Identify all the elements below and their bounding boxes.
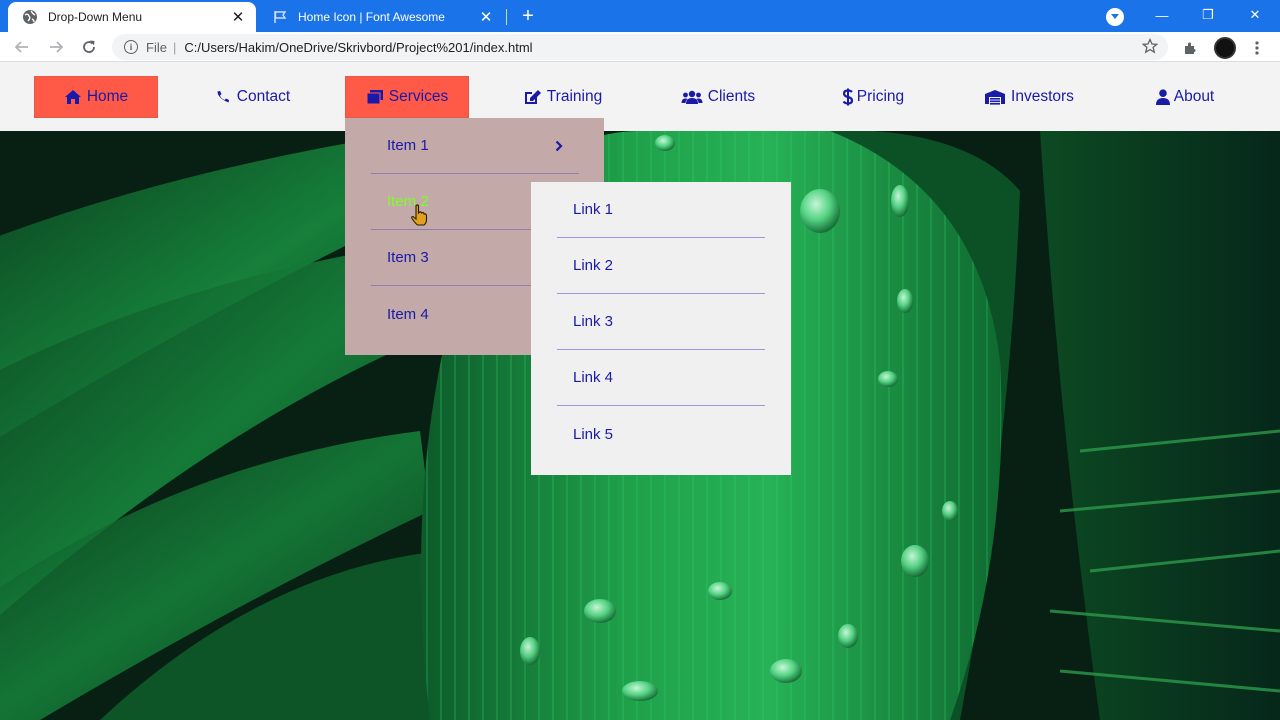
hand-pointer-icon xyxy=(411,204,428,226)
tab-font-awesome[interactable]: Home Icon | Font Awesome ✕ xyxy=(258,2,504,32)
tab-strip: Drop-Down Menu ✕ Home Icon | Font Awesom… xyxy=(0,0,1280,32)
dropdown-item-label: Item 1 xyxy=(387,137,429,154)
dropdown-item-label: Item 3 xyxy=(387,249,429,266)
nav-label: Investors xyxy=(1011,88,1074,105)
warehouse-icon xyxy=(984,89,1006,105)
nav-label: About xyxy=(1173,88,1215,105)
nav-label: Contact xyxy=(236,88,291,105)
close-tab-icon[interactable]: ✕ xyxy=(228,7,248,27)
users-icon xyxy=(681,89,703,105)
reload-icon[interactable] xyxy=(79,37,99,57)
nav-pricing[interactable]: Pricing xyxy=(811,76,935,118)
dollar-icon xyxy=(842,88,854,106)
address-scheme: File xyxy=(146,39,167,55)
dropdown-item-1[interactable]: Item 1 xyxy=(371,118,579,174)
tab-separator xyxy=(506,9,507,25)
user-icon xyxy=(1155,89,1170,105)
submenu-link-5[interactable]: Link 5 xyxy=(557,406,765,462)
chevron-right-icon xyxy=(555,139,563,156)
nav-home[interactable]: Home xyxy=(34,76,158,118)
home-icon xyxy=(64,89,82,105)
browser-toolbar: i File | C:/Users/Hakim/OneDrive/Skrivbo… xyxy=(0,32,1280,62)
info-icon[interactable]: i xyxy=(124,40,138,54)
window-close-icon[interactable]: ✕ xyxy=(1232,0,1278,30)
submenu-link-label: Link 2 xyxy=(573,257,614,274)
new-tab-icon[interactable]: + xyxy=(518,6,538,26)
web-page: Home Contact Services Training Clients P… xyxy=(0,62,1280,720)
submenu-link-3[interactable]: Link 3 xyxy=(557,294,765,350)
submenu-link-label: Link 1 xyxy=(573,201,614,218)
restore-icon[interactable]: ❐ xyxy=(1185,0,1231,30)
nav-label: Training xyxy=(546,88,603,105)
item-submenu: Link 1 Link 2 Link 3 Link 4 Link 5 xyxy=(531,182,791,475)
layers-icon xyxy=(366,89,384,105)
address-bar[interactable]: i File | C:/Users/Hakim/OneDrive/Skrivbo… xyxy=(112,34,1168,60)
nav-training[interactable]: Training xyxy=(501,76,625,118)
nav-label: Services xyxy=(388,88,449,105)
extensions-icon[interactable] xyxy=(1180,37,1202,59)
nav-label: Pricing xyxy=(856,88,905,105)
submenu-link-label: Link 4 xyxy=(573,369,614,386)
minimize-icon[interactable]: — xyxy=(1139,0,1185,30)
main-navbar: Home Contact Services Training Clients P… xyxy=(0,62,1280,131)
nav-investors[interactable]: Investors xyxy=(967,76,1091,118)
close-tab-icon[interactable]: ✕ xyxy=(476,7,496,27)
nav-services[interactable]: Services xyxy=(345,76,469,118)
tab-title: Drop-Down Menu xyxy=(48,10,143,24)
nav-label: Home xyxy=(86,88,129,105)
address-divider: | xyxy=(172,39,177,55)
nav-clients[interactable]: Clients xyxy=(656,76,780,118)
nav-contact[interactable]: Contact xyxy=(190,76,314,118)
address-url[interactable]: C:/Users/Hakim/OneDrive/Skrivbord/Projec… xyxy=(184,40,532,55)
edit-icon xyxy=(524,89,542,105)
flag-icon xyxy=(272,9,288,25)
tab-title: Home Icon | Font Awesome xyxy=(298,10,445,24)
profile-avatar[interactable] xyxy=(1214,37,1236,59)
bookmark-star-icon[interactable] xyxy=(1141,37,1159,57)
tab-search-icon[interactable] xyxy=(1106,8,1124,26)
phone-icon xyxy=(214,89,232,105)
menu-kebab-icon[interactable] xyxy=(1246,37,1268,59)
dropdown-item-label: Item 4 xyxy=(387,305,429,323)
back-icon[interactable] xyxy=(12,37,32,57)
submenu-link-1[interactable]: Link 1 xyxy=(557,182,765,238)
submenu-link-2[interactable]: Link 2 xyxy=(557,238,765,294)
forward-icon[interactable] xyxy=(46,37,66,57)
tab-drop-down-menu[interactable]: Drop-Down Menu ✕ xyxy=(8,2,256,32)
nav-label: Clients xyxy=(707,88,756,105)
submenu-link-label: Link 5 xyxy=(573,425,614,443)
nav-about[interactable]: About xyxy=(1123,76,1247,118)
submenu-link-label: Link 3 xyxy=(573,313,614,330)
globe-icon xyxy=(22,9,38,25)
submenu-link-4[interactable]: Link 4 xyxy=(557,350,765,406)
